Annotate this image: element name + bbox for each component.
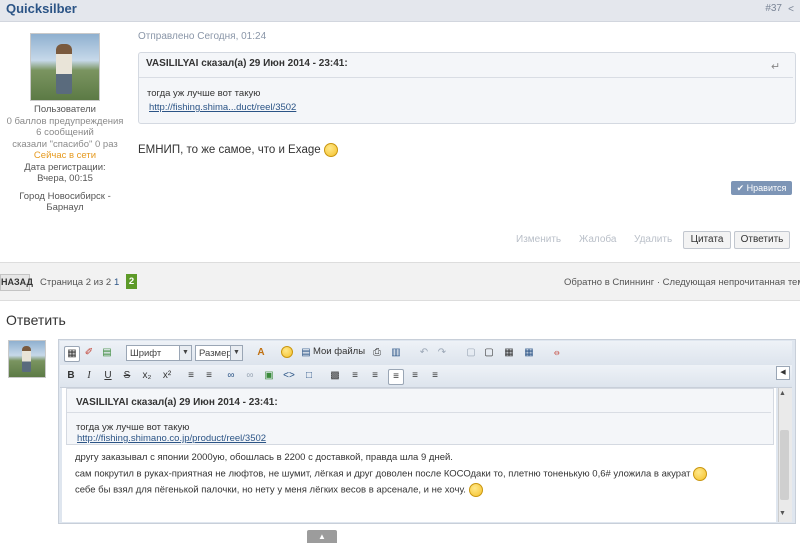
reply-title: Ответить: [6, 312, 66, 328]
quote-button[interactable]: Цитата: [683, 231, 731, 249]
editor-line-3-text: себе бы взял для пёгенькой палочки, но н…: [75, 484, 466, 496]
unlink-icon[interactable]: ∞: [243, 369, 257, 383]
online-status: Сейчас в сети: [33, 150, 97, 161]
quote-icon[interactable]: □: [302, 369, 316, 383]
redo-icon[interactable]: ↷: [435, 346, 449, 360]
my-files-button[interactable]: Мои файлы: [313, 346, 365, 357]
indent-icon[interactable]: ≡: [428, 369, 442, 383]
code-icon[interactable]: <>: [282, 369, 296, 383]
superscript-icon[interactable]: x²: [160, 369, 174, 383]
undo-icon[interactable]: ↶: [417, 346, 431, 360]
size-select-value: Размер: [199, 348, 232, 359]
chevron-down-icon: ▼: [230, 346, 242, 360]
avatar-figure: [22, 346, 31, 372]
editor-quote-text: тогда уж лучше вот такую: [76, 422, 190, 433]
reply-button[interactable]: Ответить: [734, 231, 790, 249]
page-link-1[interactable]: 1: [114, 277, 119, 288]
post-text-content: ЕМНИП, то же самое, что и Exage: [138, 144, 321, 157]
page-indicator[interactable]: Страница 2 из 2: [40, 277, 111, 288]
quote-divider: [139, 77, 793, 78]
bold-icon[interactable]: B: [64, 369, 78, 383]
align-center-icon[interactable]: ≡: [388, 369, 404, 385]
size-select[interactable]: Размер ▼: [195, 345, 243, 361]
delete-button[interactable]: Удалить: [634, 234, 672, 245]
my-files-icon[interactable]: ▤: [299, 346, 313, 360]
link-icon[interactable]: ∞: [224, 369, 238, 383]
eraser-icon[interactable]: ✐: [82, 346, 96, 360]
post-quote-title: VASILILYAI сказал(а) 29 Июн 2014 - 23:41…: [146, 58, 348, 69]
author-thanks: сказали "спасибо" 0 раз: [12, 138, 118, 150]
share-icon[interactable]: <: [788, 4, 794, 15]
smile-icon: [281, 346, 293, 359]
underline-icon[interactable]: U: [101, 369, 115, 383]
author-city: Город Новосибирск -: [19, 190, 111, 202]
editor-line-2-text: сам покрутил в руках-приятная не люфтов,…: [75, 468, 691, 480]
chevron-down-icon: ▼: [179, 346, 191, 360]
editor-toolbar-bottom: B I U S x₂ x² ≡ ≡ ∞ ∞ ▣ <> □ ▩ ≡ ≡ ≡ ≡ ≡: [60, 365, 792, 388]
source-icon[interactable]: ▦: [64, 346, 80, 362]
editor-quote-title: VASILILYAI сказал(а) 29 Июн 2014 - 23:41…: [76, 397, 278, 408]
avatar-figure: [56, 44, 72, 94]
report-button[interactable]: Жалоба: [579, 234, 616, 245]
editor-toolbar-top: ▦ ✐ ▤ Шрифт ▼ Размер ▼ A ▤ ⎙ ▥ ↶ ↷ ▢ ▢ ▦ ▦…: [60, 341, 792, 365]
subscript-icon[interactable]: x₂: [140, 369, 154, 383]
smile-icon: [468, 483, 483, 497]
author-city-2: Барнаул: [46, 202, 84, 213]
smile-icon: [693, 467, 708, 481]
author-posts: 6 сообщений: [36, 127, 94, 138]
quote-jump-icon[interactable]: ↵: [771, 60, 780, 73]
back-button[interactable]: НАЗАД: [0, 274, 33, 291]
text-color-icon[interactable]: A: [254, 346, 268, 360]
cut-icon[interactable]: ▢: [464, 346, 478, 360]
paste-icon[interactable]: ▦: [502, 346, 516, 360]
bullet-list-icon[interactable]: ≡: [184, 369, 198, 383]
remove-format-icon[interactable]: ⦵: [550, 346, 564, 360]
spoiler-icon[interactable]: ▩: [328, 369, 342, 383]
editor-line-2: сам покрутил в руках-приятная не люфтов,…: [75, 467, 708, 481]
like-label: Нравится: [746, 183, 787, 193]
post-quote-link[interactable]: http://fishing.shima...duct/reel/3502: [149, 102, 296, 113]
align-right-icon[interactable]: ≡: [408, 369, 422, 383]
copy-icon[interactable]: ▢: [482, 346, 496, 360]
paste-word-icon[interactable]: ▦: [522, 346, 536, 360]
author-group: Пользователи: [33, 104, 96, 115]
post-author-name[interactable]: Quicksilber: [6, 1, 77, 16]
post-quote-text: тогда уж лучше вот такую: [147, 88, 261, 99]
author-warnings: 0 баллов предупреждения: [6, 115, 124, 127]
align-justify-icon[interactable]: ≡: [368, 369, 382, 383]
editor-quote-divider: [67, 412, 771, 413]
topic-navigation[interactable]: Обратно в Спиннинг · Следующая непрочита…: [564, 277, 800, 288]
smile-icon: [323, 143, 338, 157]
font-select[interactable]: Шрифт ▼: [126, 345, 192, 361]
paste-text-icon[interactable]: ▤: [100, 346, 114, 360]
post-text: ЕМНИП, то же самое, что и Exage: [138, 143, 338, 157]
italic-icon[interactable]: I: [82, 369, 96, 383]
resize-handle-icon[interactable]: ▲: [307, 530, 337, 543]
image-icon[interactable]: ▣: [262, 369, 276, 383]
post-number[interactable]: #37: [765, 3, 782, 14]
scroll-thumb[interactable]: [780, 430, 789, 500]
post-header: [0, 0, 800, 22]
editor-quote-link[interactable]: http://fishing.shimano.co.jp/product/ree…: [77, 433, 266, 444]
editor-line-1: другу заказывал с японии 2000ую, обошлас…: [75, 452, 453, 463]
print-icon[interactable]: ⎙: [370, 346, 384, 360]
edit-button[interactable]: Изменить: [516, 234, 561, 245]
post-date: Отправлено Сегодня, 01:24: [138, 31, 267, 42]
collapse-toolbar-icon[interactable]: ◀: [776, 366, 790, 380]
spellcheck-icon[interactable]: ▥: [389, 346, 403, 360]
font-select-value: Шрифт: [130, 348, 162, 359]
editor-line-3: себе бы взял для пёгенькой палочки, но н…: [75, 483, 483, 497]
strike-icon[interactable]: S: [120, 369, 134, 383]
align-left-icon[interactable]: ≡: [348, 369, 362, 383]
reg-date: Вчера, 00:15: [37, 173, 93, 184]
author-info: Пользователи 0 баллов предупреждения 6 с…: [0, 104, 130, 214]
scroll-up-icon[interactable]: ▲: [779, 390, 786, 397]
emoticon-icon[interactable]: [280, 346, 294, 360]
page-current[interactable]: 2: [126, 274, 137, 289]
like-button[interactable]: ✔ Нравится: [731, 181, 792, 195]
reg-label: Дата регистрации:: [24, 161, 106, 173]
scroll-down-icon[interactable]: ▼: [779, 510, 786, 517]
number-list-icon[interactable]: ≡: [202, 369, 216, 383]
